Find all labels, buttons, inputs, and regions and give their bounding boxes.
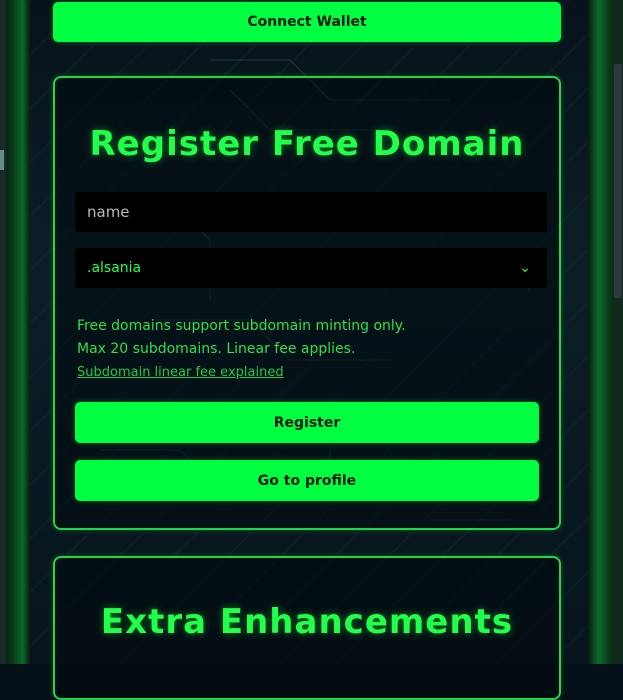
fee-explained-link[interactable]: Subdomain linear fee explained [77,365,284,380]
chevron-down-icon: ⌄ [519,260,531,276]
domain-name-input[interactable] [75,192,547,232]
main-panel: Connect Wallet Register Free Domain .als… [30,0,588,700]
register-button[interactable]: Register [75,402,539,443]
register-domain-card: Register Free Domain .alsania ⌄ Free dom… [53,76,561,530]
extra-card-title: Extra Enhancements [100,602,514,642]
info-line-subdomain: Free domains support subdomain minting o… [77,318,406,334]
info-line-max: Max 20 subdomains. Linear fee applies. [77,341,356,357]
connect-wallet-button[interactable]: Connect Wallet [53,2,561,42]
go-to-profile-button[interactable]: Go to profile [75,460,539,501]
register-card-title: Register Free Domain [89,124,525,164]
tld-selected-value: .alsania [87,260,142,276]
left-decorative-strip [0,0,30,664]
left-edge [0,0,6,664]
scrollbar-thumb[interactable] [614,64,622,298]
tld-select[interactable]: .alsania ⌄ [75,248,547,288]
left-notch [0,150,4,170]
extra-enhancements-card: Extra Enhancements [53,556,561,700]
